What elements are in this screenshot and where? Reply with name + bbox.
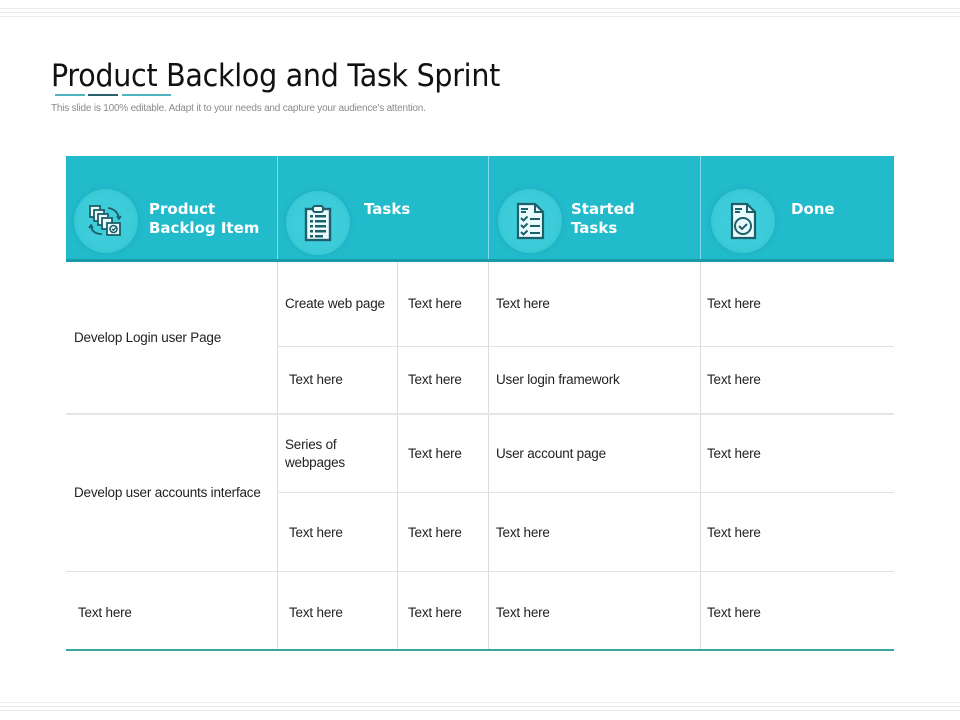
header-product-backlog-item: Product Backlog Item	[66, 156, 277, 259]
backlog-item-cell: Develop Login user Page	[74, 330, 222, 345]
header-label-line: Tasks	[571, 219, 618, 237]
started-cell: Text here	[496, 525, 550, 540]
group-divider	[66, 571, 894, 572]
title-underline-3	[122, 94, 171, 96]
header-label-line: Started	[571, 200, 635, 218]
done-cell: Text here	[707, 446, 761, 461]
backlog-item-cell: Text here	[78, 605, 132, 620]
header-label-line: Product	[149, 200, 216, 218]
header-label-line: Backlog Item	[149, 219, 260, 237]
started-cell: User account page	[496, 446, 606, 461]
table-body: Develop Login user Page Create web page …	[66, 262, 894, 652]
header-label-done: Done	[791, 200, 835, 219]
started-cell: Text here	[496, 296, 550, 311]
column-divider	[277, 262, 278, 650]
task-cell: Text here	[289, 372, 343, 387]
document-check-icon	[711, 189, 775, 253]
started-cell: Text here	[496, 605, 550, 620]
task-cell: Text here	[289, 605, 343, 620]
top-border-lines	[0, 8, 960, 22]
slide-subtitle: This slide is 100% editable. Adapt it to…	[51, 103, 426, 114]
task-cell: Series of webpages	[285, 436, 345, 472]
row-divider	[277, 492, 894, 493]
row-divider	[277, 346, 894, 347]
done-cell: Text here	[707, 525, 761, 540]
done-cell: Text here	[707, 605, 761, 620]
task-detail-cell: Text here	[408, 296, 462, 311]
header-label-started-tasks: Started Tasks	[571, 200, 635, 238]
header-started-tasks: Started Tasks	[489, 156, 700, 259]
header-label-line: Tasks	[364, 200, 411, 218]
column-divider	[397, 262, 398, 650]
done-cell: Text here	[707, 372, 761, 387]
bottom-border-lines	[0, 702, 960, 716]
table-header: Product Backlog Item Tasks Started Tasks…	[66, 156, 894, 262]
task-detail-cell: Text here	[408, 446, 462, 461]
header-label-line: Done	[791, 200, 835, 218]
task-cell-line: Series of	[285, 437, 337, 452]
checklist-document-icon	[498, 189, 562, 253]
group-divider	[66, 413, 894, 415]
header-tasks: Tasks	[278, 156, 488, 259]
done-cell: Text here	[707, 296, 761, 311]
slide-title: Product Backlog and Task Sprint	[51, 58, 501, 94]
task-detail-cell: Text here	[408, 605, 462, 620]
header-label-product-backlog-item: Product Backlog Item	[149, 200, 259, 238]
clipboard-list-icon	[286, 191, 350, 255]
task-cell: Create web page	[285, 296, 385, 311]
task-cell-line: webpages	[285, 455, 345, 470]
backlog-items-icon	[74, 189, 138, 253]
started-cell: User login framework	[496, 372, 620, 387]
column-divider	[488, 262, 489, 650]
header-done: Done	[701, 156, 894, 259]
task-detail-cell: Text here	[408, 525, 462, 540]
title-underline-1	[55, 94, 85, 96]
title-underline-2	[88, 94, 118, 96]
table-bottom-rule	[66, 649, 894, 651]
backlog-item-cell: Develop user accounts interface	[74, 485, 261, 500]
header-label-tasks: Tasks	[364, 200, 410, 219]
task-cell: Text here	[289, 525, 343, 540]
task-detail-cell: Text here	[408, 372, 462, 387]
column-divider	[700, 262, 701, 650]
backlog-table: Product Backlog Item Tasks Started Tasks…	[66, 156, 894, 652]
